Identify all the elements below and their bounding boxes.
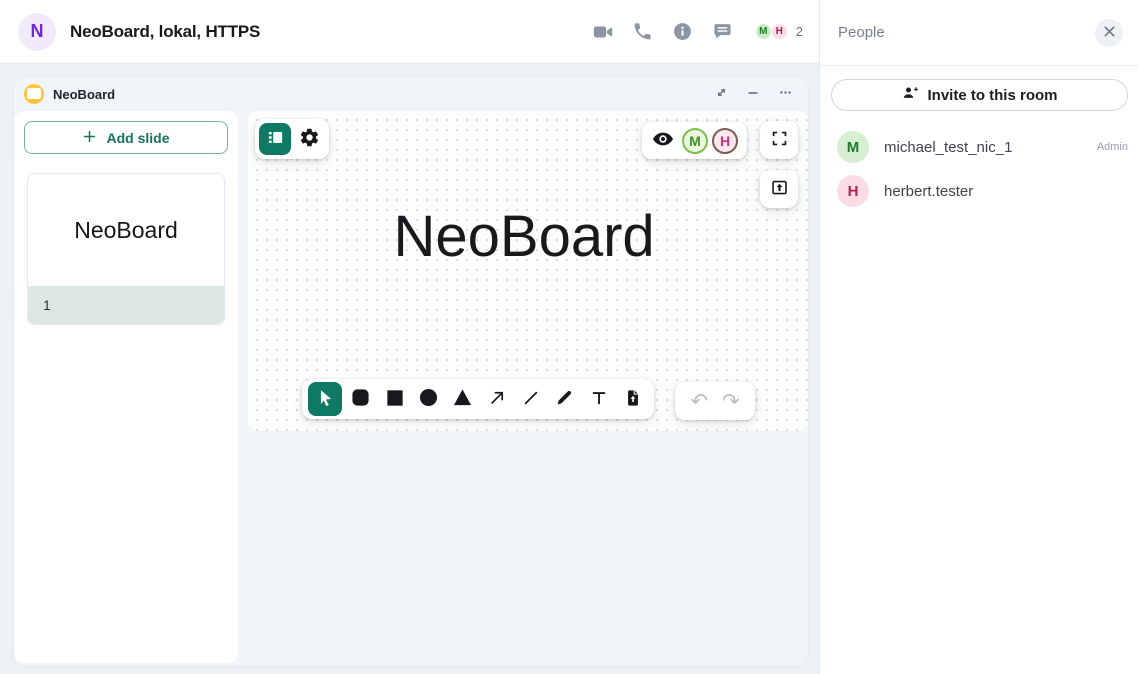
collaborator-avatar-m[interactable]: M [682, 128, 708, 154]
widget-title: NeoBoard [53, 87, 115, 102]
room-info-button[interactable] [663, 14, 703, 50]
slide-preview: NeoBoard [28, 174, 224, 286]
room-members-facepile[interactable]: M H 2 [755, 23, 803, 40]
people-panel-title: People [838, 24, 885, 41]
canvas-text-element[interactable]: NeoBoard [393, 203, 654, 270]
cursor-icon [316, 388, 335, 410]
widget-body: Add slide NeoBoard 1 Ne [14, 111, 808, 666]
history-toolbar: ↶ ↷ [675, 382, 755, 420]
line-tool-button[interactable] [515, 383, 546, 415]
triangle-tool-button[interactable] [447, 383, 478, 415]
undo-icon: ↶ [690, 389, 708, 413]
rounded-rectangle-icon [351, 388, 370, 410]
neoboard-widget: NeoBoard [14, 77, 808, 666]
presentation-presence-bar: M H [642, 122, 747, 159]
eye-icon [651, 127, 675, 154]
maximize-icon [714, 85, 729, 103]
file-upload-icon [624, 389, 642, 410]
pen-icon [555, 388, 574, 410]
people-panel: People Invite to this room M michael_tes… [819, 0, 1138, 674]
main-column: N NeoBoard, lokal, HTTPS M H 2 [0, 0, 819, 674]
close-icon [1103, 25, 1116, 41]
ellipse-icon [419, 388, 438, 410]
slides-panel: Add slide NeoBoard 1 [14, 111, 238, 663]
member-avatar-h: H [837, 175, 869, 207]
room-content: NeoBoard [0, 64, 819, 674]
widget-titlebar: NeoBoard [14, 77, 808, 111]
pen-tool-button[interactable] [549, 383, 580, 415]
member-name: herbert.tester [884, 183, 973, 200]
add-slide-button[interactable]: Add slide [24, 121, 228, 154]
rectangle-icon [386, 389, 404, 410]
slide-overview-toggle-button[interactable] [259, 123, 291, 155]
arrow-icon [488, 389, 506, 410]
room-info-icon [672, 21, 693, 42]
room-header-actions: M H 2 [583, 14, 803, 50]
ellipse-tool-button[interactable] [413, 383, 444, 415]
facepile-avatar-m: M [755, 23, 772, 40]
undo-button[interactable]: ↶ [688, 391, 710, 412]
widget-maximize-button[interactable] [710, 83, 732, 105]
drawing-toolbar [302, 379, 654, 419]
voice-call-button[interactable] [623, 14, 663, 50]
settings-button[interactable] [293, 123, 325, 155]
minimize-icon [746, 86, 760, 103]
slide-overview-icon [266, 128, 285, 150]
redo-icon: ↷ [722, 389, 740, 413]
rounded-rectangle-tool-button[interactable] [345, 383, 376, 415]
room-avatar[interactable]: N [18, 13, 56, 51]
redo-button[interactable]: ↷ [720, 391, 742, 412]
widget-window-controls [710, 83, 796, 105]
member-list: M michael_test_nic_1 Admin H herbert.tes… [820, 125, 1138, 213]
line-icon [522, 389, 540, 410]
room-header: N NeoBoard, lokal, HTTPS M H 2 [0, 0, 819, 64]
people-panel-close-button[interactable] [1095, 19, 1123, 47]
text-tool-button[interactable] [583, 383, 614, 415]
invite-person-icon [901, 84, 919, 106]
member-avatar-m: M [837, 131, 869, 163]
fullscreen-icon [771, 130, 788, 150]
facepile-avatar-h: H [771, 23, 788, 40]
widget-more-options-button[interactable] [774, 83, 796, 105]
video-call-icon [592, 21, 614, 43]
whiteboard-canvas[interactable]: NeoBoard [248, 111, 808, 431]
slide-number-strip: 1 [28, 286, 224, 324]
import-file-tool-button[interactable] [617, 383, 648, 415]
select-tool-button[interactable] [308, 382, 342, 416]
observe-button[interactable] [651, 127, 675, 154]
fullscreen-button[interactable] [760, 121, 798, 159]
upload-icon [770, 178, 789, 200]
member-row-herbert[interactable]: H herbert.tester [820, 169, 1138, 213]
neoboard-logo-icon [24, 84, 44, 104]
more-options-icon [778, 85, 793, 103]
export-upload-button[interactable] [760, 170, 798, 208]
threads-icon [712, 21, 733, 42]
member-row-michael[interactable]: M michael_test_nic_1 Admin [820, 125, 1138, 169]
text-icon [590, 389, 608, 410]
room-title: NeoBoard, lokal, HTTPS [70, 22, 260, 42]
app-window: N NeoBoard, lokal, HTTPS M H 2 [0, 0, 1138, 674]
people-panel-header: People [820, 0, 1138, 66]
voice-call-icon [632, 21, 653, 42]
canvas-view-toolbar [255, 119, 329, 159]
threads-button[interactable] [703, 14, 743, 50]
invite-to-room-button[interactable]: Invite to this room [831, 79, 1128, 111]
slide-number: 1 [43, 297, 51, 313]
slide-thumbnail[interactable]: NeoBoard 1 [27, 173, 225, 325]
plus-icon [82, 129, 97, 147]
rectangle-tool-button[interactable] [379, 383, 410, 415]
member-count: 2 [796, 24, 803, 39]
member-name: michael_test_nic_1 [884, 139, 1012, 156]
video-call-button[interactable] [583, 14, 623, 50]
widget-minimize-button[interactable] [742, 83, 764, 105]
gear-icon [299, 127, 320, 151]
arrow-tool-button[interactable] [481, 383, 512, 415]
room-avatar-letter: N [31, 21, 44, 42]
triangle-icon [453, 388, 472, 410]
collaborator-avatar-h[interactable]: H [712, 128, 738, 154]
slide-preview-text: NeoBoard [74, 217, 178, 244]
member-role-badge: Admin [1097, 141, 1128, 153]
